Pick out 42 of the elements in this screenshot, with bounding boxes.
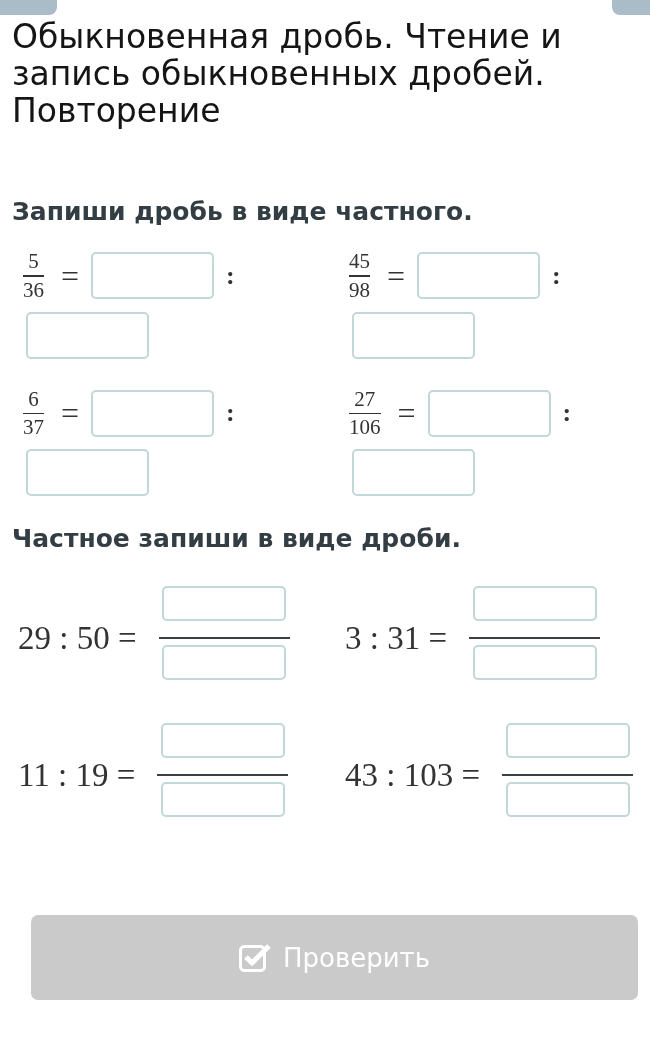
- division-sign: :: [226, 400, 235, 427]
- partial-button[interactable]: [0, 0, 57, 15]
- partial-button[interactable]: [612, 0, 650, 15]
- numerator: 27: [354, 387, 376, 411]
- division-sign: :: [226, 262, 235, 289]
- task-heading: Запиши дробь в виде частного.: [12, 197, 474, 227]
- answer-box[interactable]: [427, 389, 551, 437]
- answer-box[interactable]: [26, 311, 149, 359]
- division-sign: :: [562, 400, 572, 427]
- task-heading: Частное запиши в виде дроби.: [12, 524, 462, 554]
- denominator-box[interactable]: [505, 782, 630, 817]
- division-expression: 29 : 50 =: [18, 620, 137, 656]
- denominator-box[interactable]: [472, 645, 597, 680]
- answer-box[interactable]: [352, 311, 475, 359]
- numerator: 45: [349, 250, 370, 273]
- answer-box[interactable]: [417, 252, 541, 300]
- equals-sign: =: [397, 397, 416, 430]
- division-expression: 3 : 31 =: [345, 620, 448, 656]
- denominator: 98: [349, 278, 370, 302]
- numerator-box[interactable]: [162, 586, 287, 621]
- denominator-box[interactable]: [160, 782, 285, 817]
- denominator: 37: [23, 416, 44, 439]
- denominator-box[interactable]: [162, 645, 287, 680]
- division-expression: 43 : 103 =: [345, 757, 481, 793]
- division-expression: 11 : 19 =: [18, 757, 136, 793]
- equals-sign: =: [61, 397, 80, 430]
- lesson-title: Обыкновенная дробь. Чтение и запись обыкновенных дробей. Повторение: [12, 18, 563, 129]
- answer-box[interactable]: [352, 449, 475, 496]
- numerator-box[interactable]: [472, 586, 597, 621]
- denominator: 36: [23, 278, 44, 302]
- answer-box[interactable]: [91, 389, 215, 437]
- equals-sign: =: [387, 259, 406, 292]
- checked-box-icon: [238, 942, 271, 973]
- numerator-box[interactable]: [505, 723, 630, 758]
- answer-box[interactable]: [91, 252, 215, 300]
- numerator-box[interactable]: [160, 723, 285, 758]
- division-sign: :: [552, 262, 561, 289]
- answer-box[interactable]: [26, 449, 149, 496]
- numerator: 5: [28, 250, 39, 273]
- equals-sign: =: [61, 259, 80, 292]
- numerator: 6: [28, 387, 39, 411]
- denominator: 106: [349, 416, 381, 439]
